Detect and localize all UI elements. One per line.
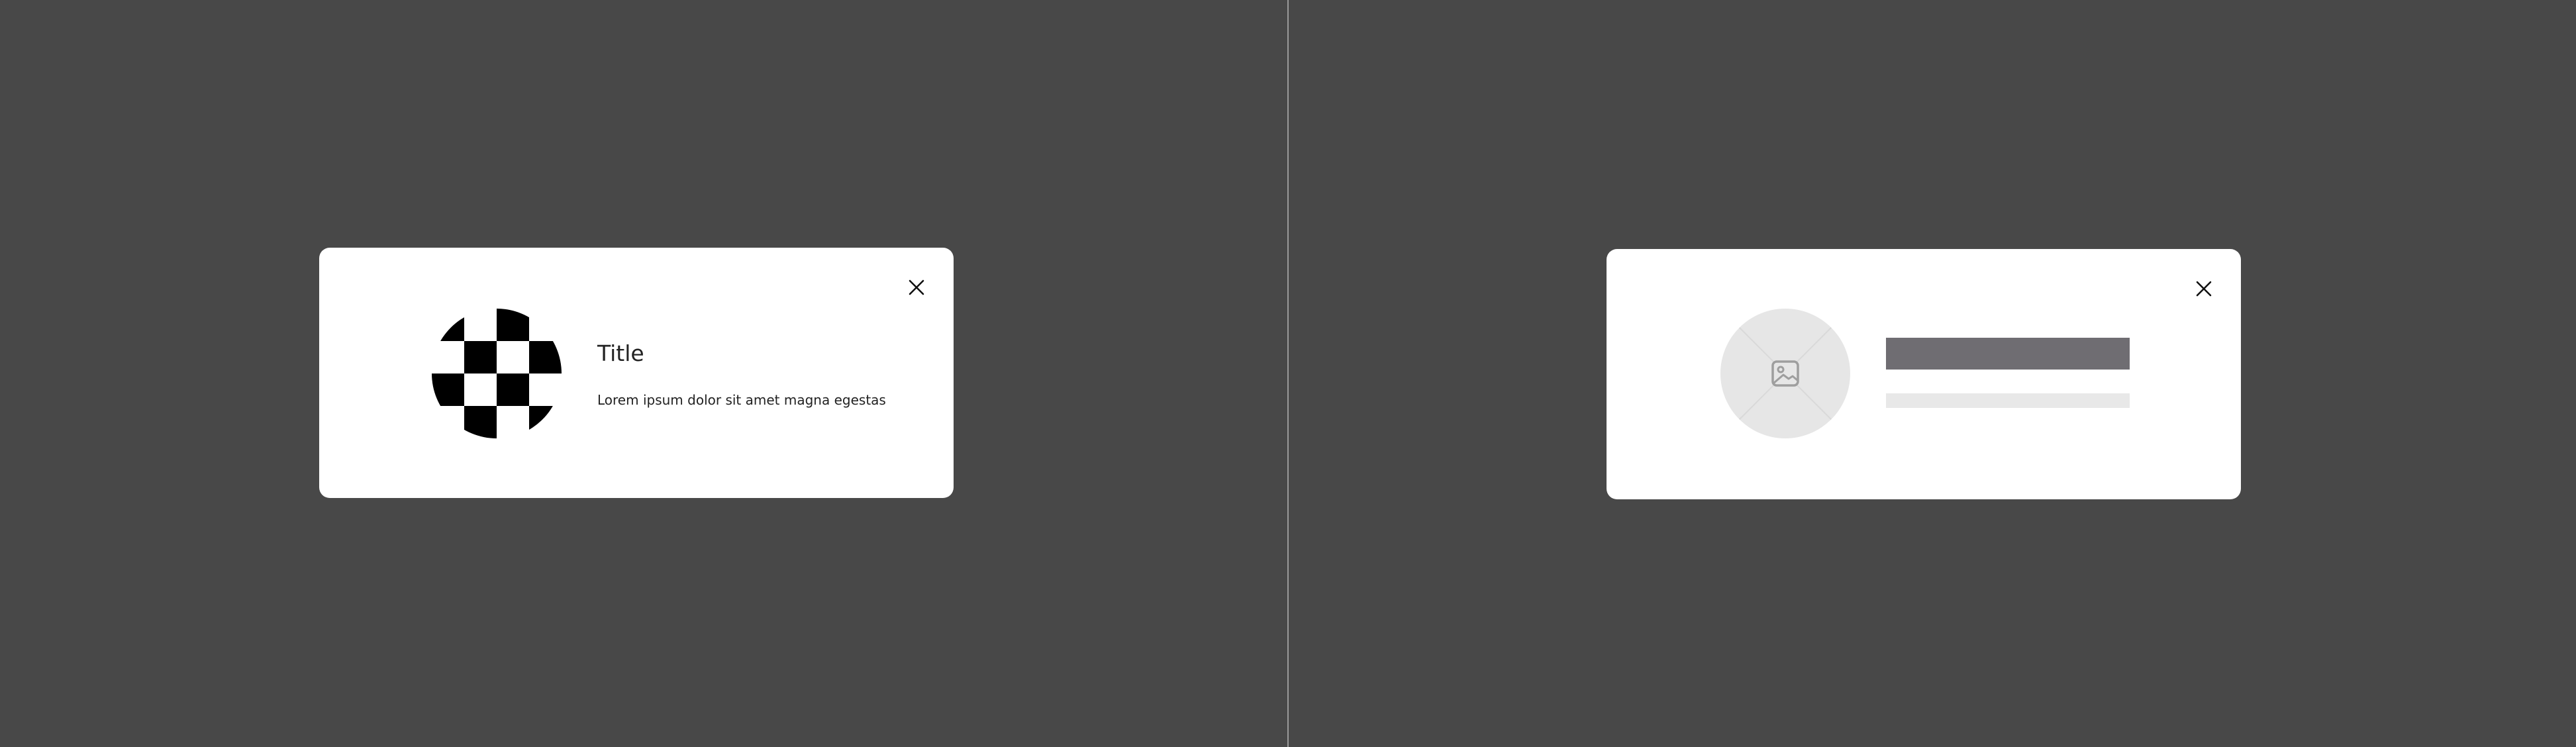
close-icon [2196, 281, 2212, 297]
skeleton-text-bar [1886, 393, 2130, 408]
skeleton-title-bar [1886, 338, 2130, 370]
image-placeholder [1720, 309, 1850, 438]
image-placeholder-icon [1771, 360, 1799, 387]
skeleton-card [1607, 249, 2241, 499]
canvas: Title Lorem ipsum dolor sit amet magna e… [0, 0, 2576, 747]
notification-card: Title Lorem ipsum dolor sit amet magna e… [319, 248, 954, 498]
notification-body: Lorem ipsum dolor sit amet magna egestas [597, 392, 886, 408]
close-icon [909, 279, 924, 295]
notification-title: Title [597, 340, 644, 366]
checkerboard-image [432, 309, 562, 438]
close-button[interactable] [902, 273, 931, 302]
close-button[interactable] [2189, 274, 2218, 303]
divider [1287, 0, 1289, 747]
